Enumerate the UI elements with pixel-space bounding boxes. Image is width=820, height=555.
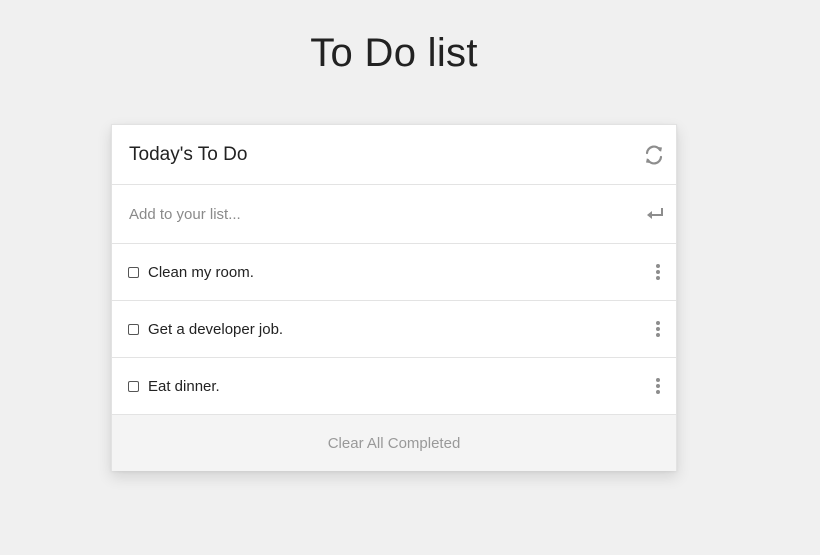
- todo-text: Clean my room.: [148, 263, 254, 281]
- todo-item: Clean my room.: [112, 244, 676, 301]
- kebab-menu-icon[interactable]: [652, 319, 664, 339]
- todo-item: Eat dinner.: [112, 358, 676, 415]
- kebab-menu-icon[interactable]: [652, 376, 664, 396]
- add-item-row: [112, 185, 676, 244]
- card-title: Today's To Do: [129, 143, 248, 165]
- refresh-icon: [645, 144, 663, 165]
- card-header: Today's To Do: [112, 125, 676, 185]
- card-footer: Clear All Completed: [112, 415, 676, 471]
- todo-checkbox[interactable]: [128, 380, 139, 392]
- todo-checkbox[interactable]: [128, 323, 139, 335]
- refresh-button[interactable]: [642, 143, 666, 167]
- enter-icon: [647, 208, 663, 219]
- clear-completed-button[interactable]: Clear All Completed: [322, 434, 467, 453]
- kebab-menu-icon[interactable]: [652, 262, 664, 282]
- enter-button[interactable]: [644, 204, 666, 224]
- add-item-input[interactable]: [129, 205, 609, 223]
- todo-text: Eat dinner.: [148, 377, 220, 395]
- page-title: To Do list: [310, 31, 478, 75]
- todo-text: Get a developer job.: [148, 320, 284, 338]
- todo-item: Get a developer job.: [112, 301, 676, 358]
- todo-card: Today's To Do Clean my room.: [111, 124, 677, 471]
- todo-checkbox[interactable]: [128, 266, 139, 278]
